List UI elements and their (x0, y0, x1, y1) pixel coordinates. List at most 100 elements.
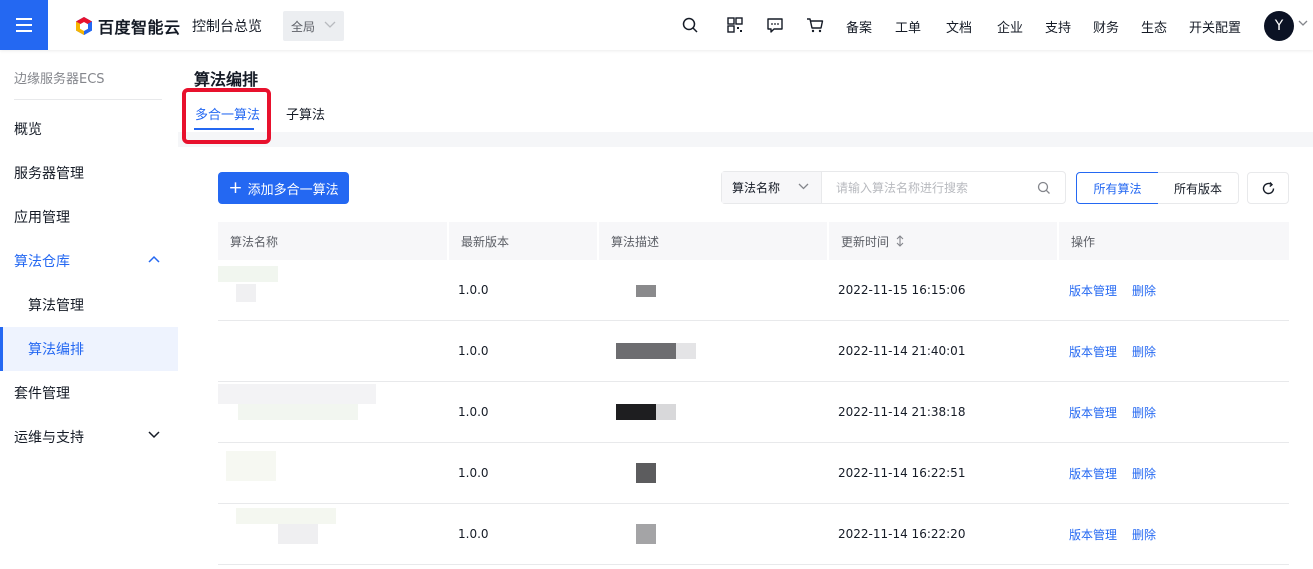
highlight-annotation-box (182, 88, 271, 144)
updated-cell: 2022-11-14 16:22:20 (838, 527, 966, 541)
version-management-link[interactable]: 版本管理 (1069, 526, 1117, 543)
column-header-version: 最新版本 (461, 234, 510, 249)
table-row: 1.0.0 2022-11-14 21:38:18 版本管理 删除 (218, 382, 1289, 443)
search-bar: 算法名称 (721, 171, 1066, 204)
search-icon[interactable] (681, 16, 699, 34)
redacted-name (236, 284, 256, 302)
region-select[interactable]: 全局 (283, 11, 344, 41)
message-icon[interactable] (766, 16, 784, 34)
delete-link[interactable]: 删除 (1132, 343, 1156, 360)
sidebar-item-label: 算法管理 (28, 298, 84, 314)
sidebar-item-ops-support[interactable]: 运维与支持 (0, 415, 178, 459)
filter-all-versions-button[interactable]: 所有版本 (1158, 172, 1239, 204)
nav-beian-link[interactable]: 备案 (846, 17, 872, 36)
sidebar-item-label: 套件管理 (14, 386, 70, 402)
nav-docs-link[interactable]: 文档 (946, 17, 972, 36)
nav-enterprise-link[interactable]: 企业 (997, 17, 1023, 36)
nav-switch-config-link[interactable]: 开关配置 (1189, 17, 1241, 36)
brand-name: 百度智能云 (98, 18, 181, 37)
tab-sub-algorithm[interactable]: 子算法 (286, 104, 325, 123)
column-header-actions: 操作 (1071, 234, 1096, 249)
search-input[interactable] (822, 172, 1032, 203)
chevron-down-icon (798, 183, 809, 190)
region-value: 全局 (291, 19, 316, 34)
sidebar-item-suite-management[interactable]: 套件管理 (0, 371, 178, 415)
version-management-link[interactable]: 版本管理 (1069, 465, 1117, 482)
column-header-updated[interactable]: 更新时间 (829, 222, 905, 260)
sidebar-item-app-management[interactable]: 应用管理 (0, 195, 178, 239)
page-title: 算法编排 (194, 70, 259, 89)
sidebar-item-label: 应用管理 (14, 210, 70, 226)
redacted-name (236, 508, 336, 524)
sidebar-product-title: 边缘服务器ECS (14, 72, 105, 87)
redacted-name (218, 384, 376, 404)
version-management-link[interactable]: 版本管理 (1069, 404, 1117, 421)
qrcode-icon[interactable] (726, 16, 744, 34)
menu-toggle-button[interactable] (0, 0, 48, 50)
sidebar-item-algorithm-repo[interactable]: 算法仓库 (0, 239, 178, 283)
version-cell: 1.0.0 (458, 344, 489, 358)
filter-all-algorithms-button[interactable]: 所有算法 (1076, 172, 1159, 204)
chevron-down-icon (324, 21, 336, 28)
search-field-value: 算法名称 (732, 181, 781, 195)
actions-cell: 版本管理 删除 (1069, 321, 1156, 381)
page-header: 算法编排 多合一算法 子算法 (178, 50, 1313, 132)
nav-support-link[interactable]: 支持 (1045, 17, 1071, 36)
cart-icon[interactable] (806, 16, 824, 34)
chevron-up-icon (148, 255, 160, 263)
hamburger-icon (16, 18, 32, 32)
content-card: + 添加多合一算法 算法名称 所有算法 所有版本 算法名称 最新版本 算法描述 … (178, 147, 1313, 569)
nav-ecosystem-link[interactable]: 生态 (1141, 17, 1167, 36)
table-row: 1.0.0 2022-11-15 16:15:06 版本管理 删除 (218, 260, 1289, 321)
sidebar-item-overview[interactable]: 概览 (0, 107, 178, 151)
redacted-description (636, 285, 656, 297)
sidebar-item-label: 算法仓库 (14, 254, 70, 270)
sort-icon[interactable] (895, 235, 905, 247)
sidebar-item-label: 运维与支持 (14, 430, 84, 446)
chevron-down-icon (148, 431, 160, 439)
sidebar-item-algorithm-orchestration[interactable]: 算法编排 (0, 327, 178, 371)
table-row: 1.0.0 2022-11-14 16:22:51 版本管理 删除 (218, 443, 1289, 504)
updated-cell: 2022-11-14 16:22:51 (838, 466, 966, 480)
search-field-select[interactable]: 算法名称 (722, 172, 822, 203)
version-cell: 1.0.0 (458, 405, 489, 419)
console-overview-link[interactable]: 控制台总览 (192, 16, 262, 36)
actions-cell: 版本管理 删除 (1069, 260, 1156, 320)
table-header: 算法名称 最新版本 算法描述 更新时间 操作 (218, 222, 1289, 260)
user-avatar[interactable]: Y (1264, 11, 1294, 41)
nav-ticket-link[interactable]: 工单 (895, 17, 921, 36)
sidebar: 边缘服务器ECS 概览 服务器管理 应用管理 算法仓库 算法管理 算法编排 套件… (0, 50, 178, 569)
nav-finance-link[interactable]: 财务 (1093, 17, 1119, 36)
brand-logo-icon (76, 17, 92, 35)
updated-cell: 2022-11-15 16:15:06 (838, 283, 966, 297)
actions-cell: 版本管理 删除 (1069, 504, 1156, 564)
redacted-description (616, 404, 656, 420)
top-bar: 百度智能云 控制台总览 全局 备案 工单 文档 企业 支持 财务 生态 开关配置… (0, 0, 1313, 50)
delete-link[interactable]: 删除 (1132, 526, 1156, 543)
add-all-in-one-algorithm-button[interactable]: + 添加多合一算法 (218, 172, 349, 204)
sidebar-item-algorithm-management[interactable]: 算法管理 (0, 283, 178, 327)
algorithm-table: 算法名称 最新版本 算法描述 更新时间 操作 1.0.0 2022-11-15 … (218, 222, 1289, 565)
redacted-description (636, 463, 656, 483)
refresh-icon (1262, 181, 1274, 194)
add-button-label: 添加多合一算法 (247, 182, 339, 198)
table-row: 1.0.0 2022-11-14 16:22:20 版本管理 删除 (218, 504, 1289, 565)
chevron-down-icon[interactable] (1298, 20, 1308, 27)
refresh-button[interactable] (1247, 172, 1289, 204)
version-management-link[interactable]: 版本管理 (1069, 343, 1117, 360)
delete-link[interactable]: 删除 (1132, 465, 1156, 482)
version-management-link[interactable]: 版本管理 (1069, 282, 1117, 299)
column-header-description: 算法描述 (611, 234, 660, 249)
delete-link[interactable]: 删除 (1132, 404, 1156, 421)
updated-cell: 2022-11-14 21:38:18 (838, 405, 966, 419)
delete-link[interactable]: 删除 (1132, 282, 1156, 299)
brand-logo[interactable]: 百度智能云 (74, 15, 181, 37)
redacted-name (218, 266, 278, 282)
search-icon[interactable] (1037, 181, 1051, 195)
actions-cell: 版本管理 删除 (1069, 382, 1156, 442)
column-header-name: 算法名称 (230, 234, 279, 249)
updated-cell: 2022-11-14 21:40:01 (838, 344, 966, 358)
sidebar-item-label: 服务器管理 (14, 166, 84, 182)
redacted-description (676, 343, 696, 359)
sidebar-item-server-management[interactable]: 服务器管理 (0, 151, 178, 195)
